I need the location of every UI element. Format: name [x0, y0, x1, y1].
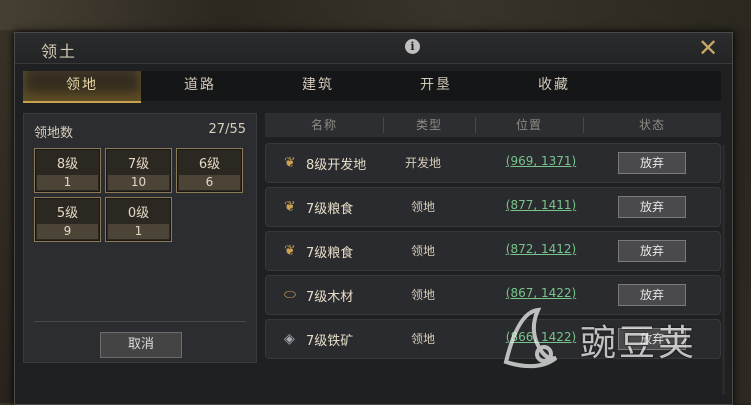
table-row: ❦ 7级粮食 领地 (872, 1412) 放弃: [265, 231, 721, 271]
tab-bar: 领地 道路 建筑 开垦 收藏: [23, 71, 721, 103]
wheat-icon: ❦: [284, 199, 296, 215]
territory-count-value: 27/55: [208, 122, 246, 137]
table-header: 名称 类型 位置 状态: [265, 113, 721, 137]
level-filter-5[interactable]: 5级 9: [34, 197, 101, 242]
cancel-button[interactable]: 取消: [100, 332, 182, 358]
game-background: [0, 0, 751, 30]
territory-name: 7级粮食: [306, 246, 354, 261]
level-count: 1: [37, 175, 98, 190]
territory-position-link[interactable]: (969, 1371): [486, 154, 596, 168]
info-icon[interactable]: i: [405, 39, 420, 54]
tab-buildings[interactable]: 建筑: [259, 71, 377, 101]
wood-icon: ⬭: [284, 287, 296, 303]
territory-type: 领地: [410, 332, 435, 346]
iron-ore-icon: ◈: [284, 331, 295, 347]
territory-position-link[interactable]: (872, 1412): [486, 242, 596, 256]
watermark: 豌豆荚: [498, 300, 738, 380]
level-name: 8级: [56, 157, 79, 172]
territory-count-label: 领地数: [34, 126, 74, 141]
territory-type: 开发地: [404, 156, 441, 170]
level-filter-0[interactable]: 0级 1: [105, 197, 172, 242]
panel-title: 领土: [41, 42, 78, 61]
watermark-text: 豌豆荚: [580, 323, 698, 364]
level-count: 10: [108, 175, 169, 190]
level-count: 9: [37, 224, 98, 239]
column-header-status: 状态: [638, 118, 665, 132]
territory-position-link[interactable]: (867, 1422): [486, 286, 596, 300]
territory-position-link[interactable]: (877, 1411): [486, 198, 596, 212]
column-header-name: 名称: [310, 118, 337, 132]
table-row: ❦ 8级开发地 开发地 (969, 1371) 放弃: [265, 143, 721, 183]
level-name: 5级: [56, 206, 79, 221]
tab-roads[interactable]: 道路: [141, 71, 259, 101]
tab-reclaim[interactable]: 开垦: [377, 71, 495, 101]
wandoujia-logo-icon: [503, 307, 558, 369]
wheat-icon: ❦: [284, 155, 296, 171]
territory-name: 7级木材: [306, 290, 354, 305]
level-filter-8[interactable]: 8级 1: [34, 148, 101, 193]
level-filter-6[interactable]: 6级 6: [176, 148, 243, 193]
territory-summary: 领地数 27/55 8级 1 7级 10 6级 6 5级 9 0级 1 取消: [23, 113, 257, 363]
divider: [34, 321, 246, 322]
level-name: 0级: [127, 206, 150, 221]
level-name: 6级: [198, 157, 221, 172]
level-filter-7[interactable]: 7级 10: [105, 148, 172, 193]
close-icon[interactable]: ✕: [695, 35, 721, 61]
abandon-button[interactable]: 放弃: [618, 152, 686, 174]
wheat-icon: ❦: [284, 243, 296, 259]
abandon-button[interactable]: 放弃: [618, 196, 686, 218]
column-header-position: 位置: [515, 118, 542, 132]
territory-type: 领地: [410, 244, 435, 258]
territory-type: 领地: [410, 200, 435, 214]
column-header-type: 类型: [415, 118, 442, 132]
level-name: 7级: [127, 157, 150, 172]
territory-name: 8级开发地: [306, 158, 367, 173]
territory-type: 领地: [410, 288, 435, 302]
territory-name: 7级粮食: [306, 202, 354, 217]
level-count: 6: [179, 175, 240, 190]
tab-favorites[interactable]: 收藏: [495, 71, 613, 101]
territory-name: 7级铁矿: [306, 334, 354, 349]
level-count: 1: [108, 224, 169, 239]
title-bar: 领土 i ✕: [15, 33, 732, 64]
abandon-button[interactable]: 放弃: [618, 240, 686, 262]
tab-territory[interactable]: 领地: [23, 71, 141, 103]
table-row: ❦ 7级粮食 领地 (877, 1411) 放弃: [265, 187, 721, 227]
